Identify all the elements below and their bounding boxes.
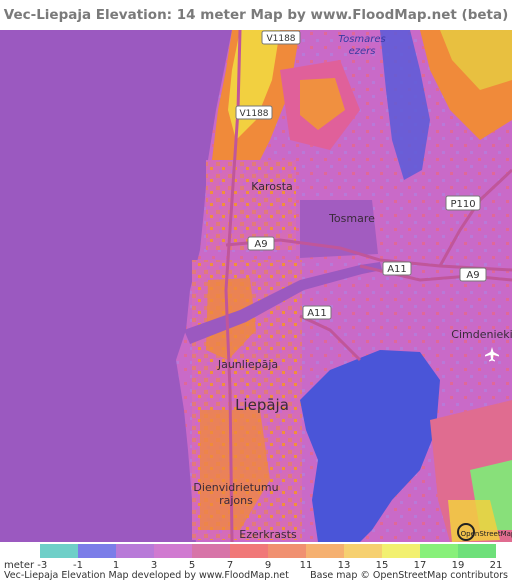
elevation-map[interactable]: V1188 V1188 P110 A9 A11 A9 A11 Tosmares …: [0, 30, 512, 542]
label-dienvidrietumu-1: Dienvidrietumu: [193, 481, 278, 494]
svg-text:A11: A11: [307, 308, 327, 319]
legend-swatch: [306, 544, 344, 558]
legend-swatch: [40, 544, 78, 558]
legend-swatch: [382, 544, 420, 558]
elevation-legend: meter -3 -1 1 3 5 7 9 11 13 15 17 19 21: [0, 544, 512, 571]
label-tosmares-ezers-1: Tosmares: [338, 34, 386, 45]
label-ezerkrasts: Ezerkrasts: [239, 528, 297, 541]
footer: Vec-Liepaja Elevation Map developed by w…: [0, 570, 512, 582]
svg-text:P110: P110: [450, 199, 475, 210]
svg-text:V1188: V1188: [239, 109, 268, 119]
label-dienvidrietumu-2: rajons: [219, 494, 253, 507]
legend-swatch: [268, 544, 306, 558]
shield-a11-south: A11: [302, 305, 332, 320]
label-tosmares-ezers-2: ezers: [349, 46, 376, 57]
shield-v1188-top: V1188: [261, 30, 301, 45]
label-tosmare: Tosmare: [328, 212, 375, 225]
svg-text:A9: A9: [254, 239, 267, 250]
svg-text:V1188: V1188: [266, 34, 295, 44]
legend-swatch: [230, 544, 268, 558]
footer-credit: Vec-Liepaja Elevation Map developed by w…: [4, 570, 289, 581]
label-karosta: Karosta: [251, 180, 293, 193]
label-liepaja: Liepāja: [235, 396, 289, 414]
page-title: Vec-Liepaja Elevation: 14 meter Map by w…: [3, 7, 509, 23]
legend-swatch: [458, 544, 496, 558]
shield-a9-east: A9: [459, 267, 487, 282]
legend-swatch: [116, 544, 154, 558]
svg-text:OpenStreetMap: OpenStreetMap: [461, 530, 512, 538]
footer-basemap-credit: Base map © OpenStreetMap contributors: [310, 570, 508, 581]
svg-text:A9: A9: [466, 270, 479, 281]
shield-p110: P110: [445, 195, 481, 211]
legend-swatch: [78, 544, 116, 558]
legend-swatch: [420, 544, 458, 558]
label-jaunliepaja: Jaunliepāja: [217, 358, 278, 371]
legend-swatch: [154, 544, 192, 558]
svg-text:A11: A11: [387, 264, 407, 275]
shield-a9-west: A9: [247, 236, 275, 251]
shield-a11-mid: A11: [382, 261, 412, 276]
shield-v1188-mid: V1188: [235, 105, 273, 120]
legend-swatch: [192, 544, 230, 558]
label-cimdenieki: Cimdenieki: [451, 328, 512, 341]
legend-swatch: [344, 544, 382, 558]
